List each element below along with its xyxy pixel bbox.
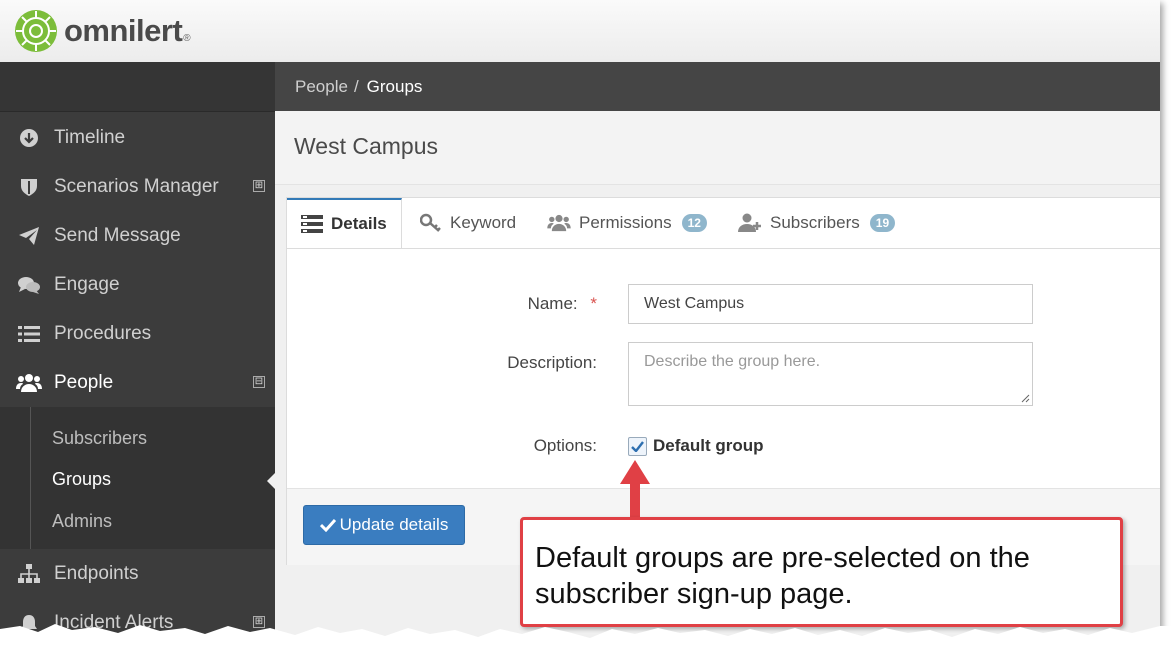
description-label: Description:: [507, 353, 597, 372]
add-user-icon: [738, 213, 762, 233]
tab-label: Keyword: [450, 213, 517, 232]
update-details-button[interactable]: Update details: [303, 505, 465, 545]
resize-handle-icon[interactable]: [1021, 394, 1030, 403]
required-mark: *: [590, 294, 597, 313]
shield-icon: [16, 177, 42, 197]
breadcrumb-separator: /: [353, 76, 359, 96]
default-group-checkbox[interactable]: [628, 437, 647, 456]
sidebar-item-endpoints[interactable]: Endpoints: [0, 550, 275, 598]
tab-label: Subscribers: [770, 213, 860, 232]
callout-text: Default groups are pre-selected on the s…: [535, 542, 1030, 610]
sidebar-header: [0, 62, 275, 112]
subnav-item-groups[interactable]: Groups: [52, 469, 111, 490]
default-group-label[interactable]: Default group: [653, 436, 764, 456]
breadcrumb-groups: Groups: [366, 76, 423, 96]
checkmark-icon: [319, 518, 336, 532]
details-icon: [301, 215, 323, 233]
sidebar-item-label: Scenarios Manager: [54, 176, 219, 197]
people-subnav: Subscribers Groups Admins: [0, 407, 275, 549]
paper-plane-icon: [16, 226, 42, 246]
tab-details[interactable]: Details: [287, 198, 402, 248]
app-window: omnilert ® Timeline Scenarios Manager ⊞ …: [0, 0, 1160, 648]
name-field[interactable]: West Campus: [628, 284, 1033, 324]
subscribers-count-badge: 19: [869, 214, 896, 232]
description-placeholder: Describe the group here.: [644, 353, 821, 370]
expand-icon[interactable]: ⊞: [253, 180, 265, 192]
sidebar-item-timeline[interactable]: Timeline: [0, 114, 275, 162]
breadcrumb: People / Groups: [275, 62, 1160, 111]
sitemap-icon: [16, 564, 42, 584]
group-details-panel: Details Keyword Permissions 12 Subscribe…: [286, 197, 1160, 565]
tab-bar: Details Keyword Permissions 12 Subscribe…: [287, 198, 1160, 249]
sidebar-item-label: People: [54, 372, 114, 393]
page-title: West Campus: [294, 133, 439, 159]
list-icon: [16, 325, 42, 343]
users-icon: [16, 373, 42, 393]
sidebar-item-procedures[interactable]: Procedures: [0, 310, 275, 358]
breadcrumb-people[interactable]: People: [295, 77, 348, 97]
options-label: Options:: [533, 436, 597, 455]
tab-permissions[interactable]: Permissions 12: [547, 198, 707, 248]
sidebar-item-label: Engage: [54, 274, 120, 295]
tab-subscribers[interactable]: Subscribers 19: [738, 198, 896, 248]
sidebar-item-label: Endpoints: [54, 563, 139, 584]
sidebar-item-label: Procedures: [54, 323, 152, 344]
callout-arrow-icon: [620, 460, 650, 520]
users-icon: [547, 214, 571, 232]
logo-text: omnilert: [64, 13, 183, 48]
update-details-label: Update details: [339, 515, 449, 534]
collapse-icon[interactable]: ⊟: [253, 376, 265, 388]
sidebar-item-label: Timeline: [54, 127, 126, 148]
top-bar: omnilert ®: [0, 0, 1160, 63]
subnav-item-admins[interactable]: Admins: [52, 511, 112, 532]
subnav-item-subscribers[interactable]: Subscribers: [52, 428, 147, 449]
description-field[interactable]: Describe the group here.: [628, 342, 1033, 406]
name-label: Name: *: [397, 294, 597, 314]
subnav-line: [30, 407, 31, 549]
omnilert-logo-icon: [15, 10, 57, 52]
tab-keyword[interactable]: Keyword: [420, 198, 516, 248]
active-item-caret: [267, 472, 276, 490]
checkmark-icon: [631, 441, 644, 452]
name-label-text: Name:: [527, 294, 578, 313]
permissions-count-badge: 12: [681, 214, 707, 232]
chat-bubbles-icon: [16, 275, 42, 295]
tab-label: Permissions: [579, 213, 672, 232]
sidebar-item-send-message[interactable]: Send Message: [0, 212, 275, 260]
tab-label: Details: [331, 214, 387, 233]
page-header: West Campus: [275, 111, 1160, 185]
torn-edge: [0, 624, 1173, 659]
key-icon: [420, 213, 442, 233]
sidebar-item-people[interactable]: People ⊟: [0, 359, 275, 407]
sidebar-item-scenarios-manager[interactable]: Scenarios Manager ⊞: [0, 163, 275, 211]
arrow-down-circle-icon: [16, 128, 42, 148]
sidebar-item-label: Send Message: [54, 225, 181, 246]
callout-box: Default groups are pre-selected on the s…: [520, 517, 1123, 627]
sidebar-item-engage[interactable]: Engage: [0, 261, 275, 309]
logo[interactable]: omnilert ®: [14, 9, 191, 53]
sidebar: Timeline Scenarios Manager ⊞ Send Messag…: [0, 62, 276, 648]
logo-registered-mark: ®: [183, 32, 191, 44]
